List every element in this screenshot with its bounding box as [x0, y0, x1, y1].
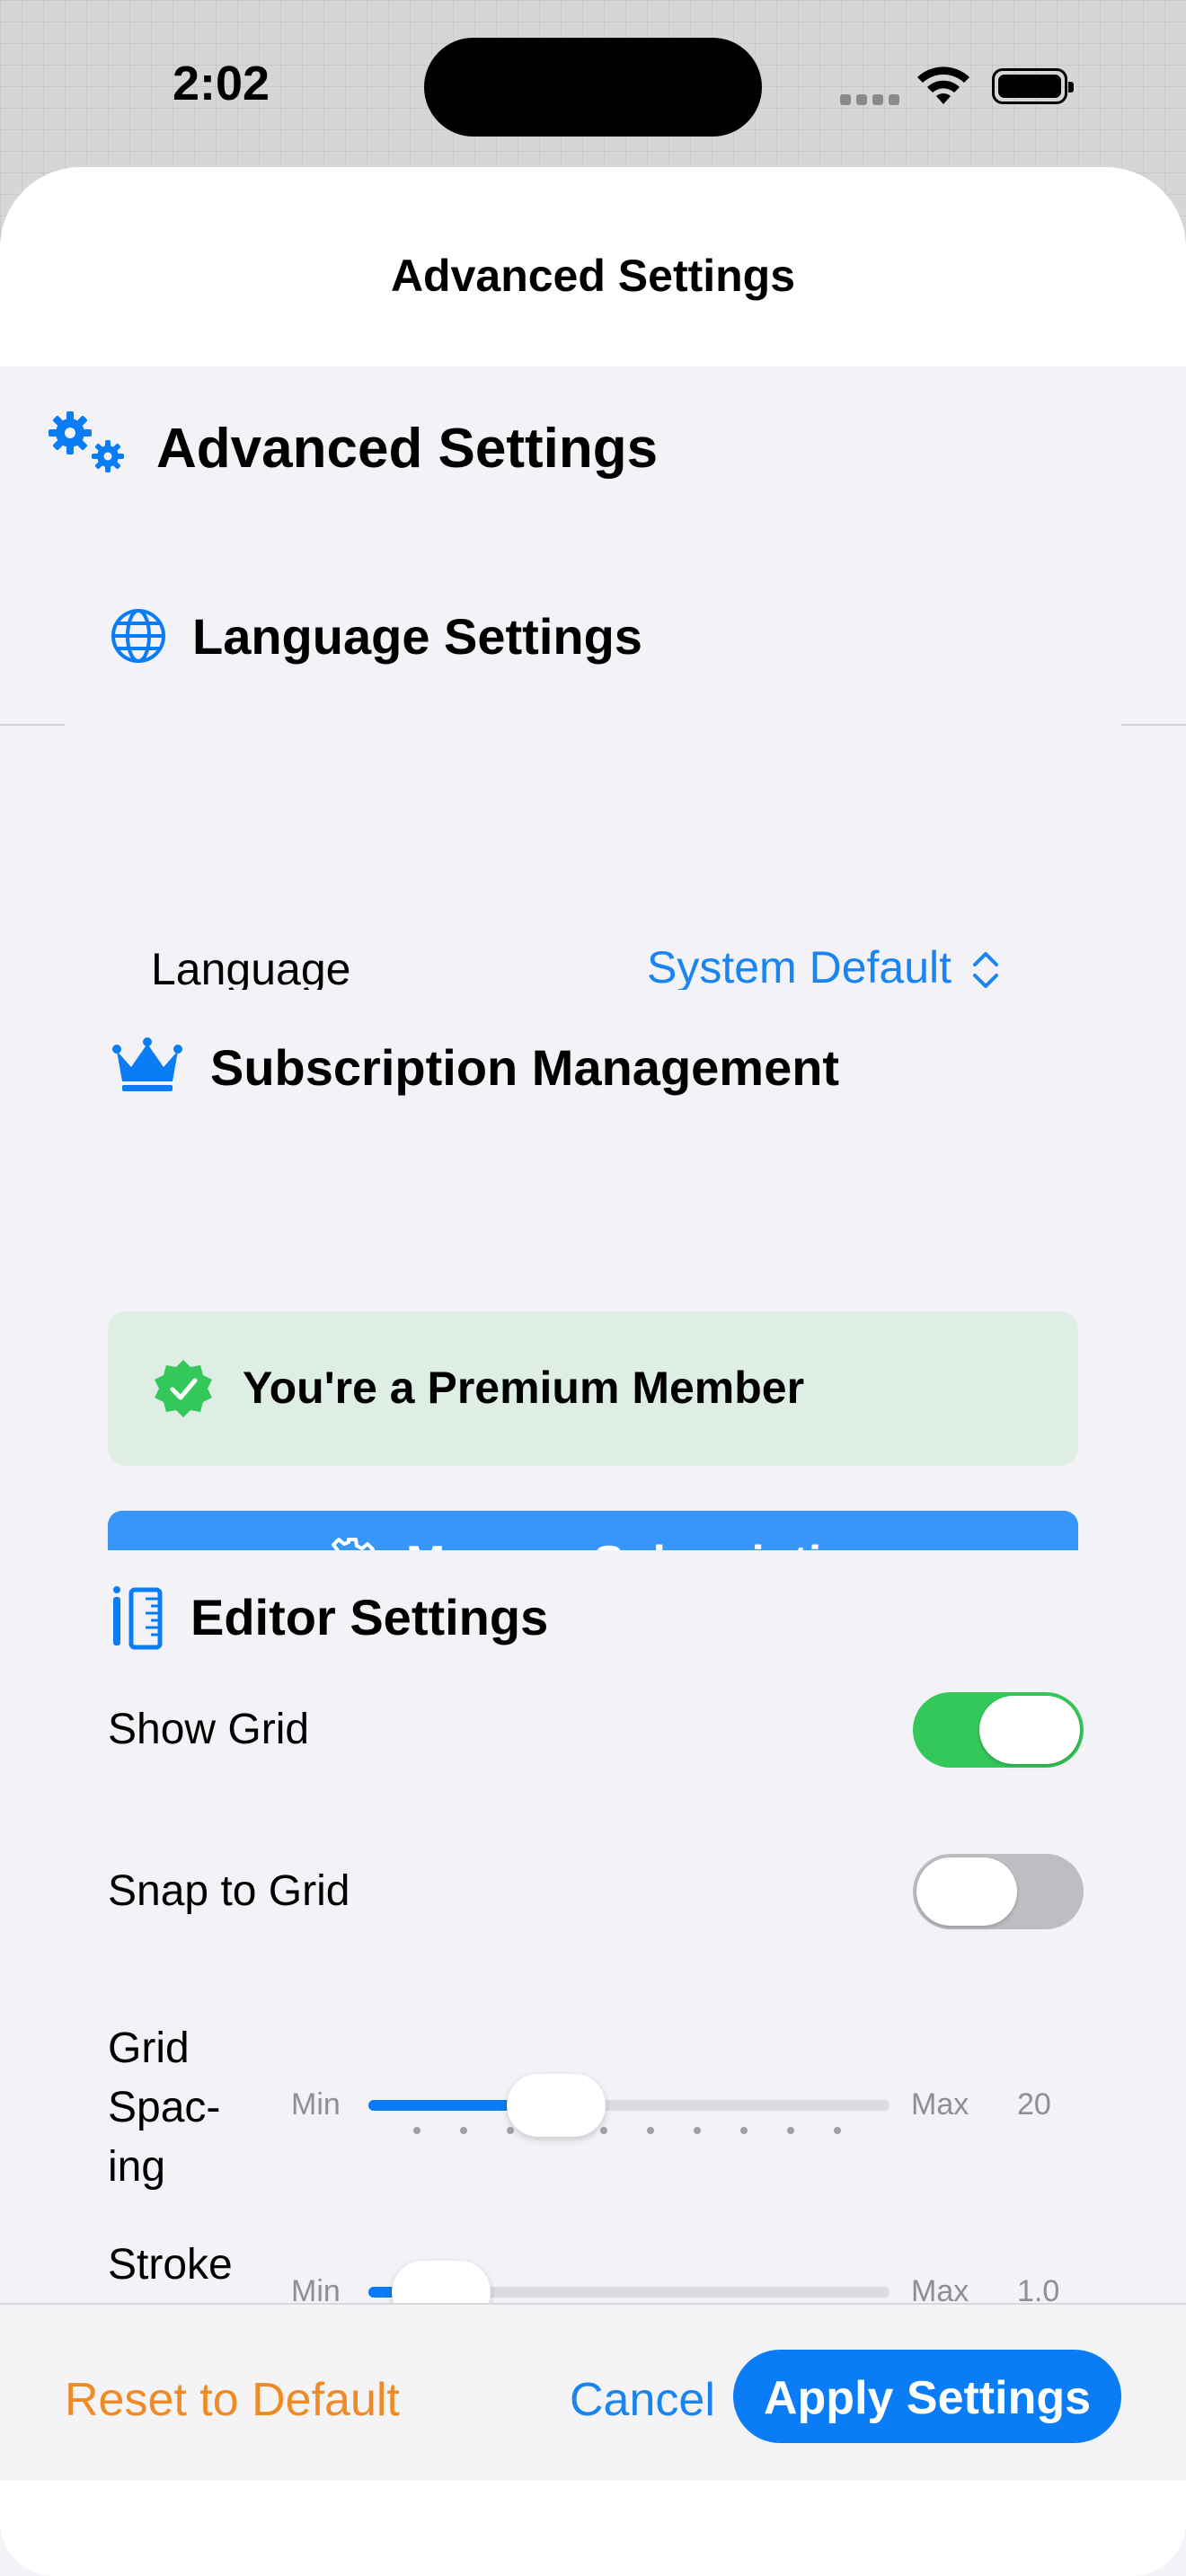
snap-to-grid-label: Snap to Grid — [108, 1867, 350, 1915]
grid-spacing-value: 20 — [1017, 2087, 1051, 2122]
apply-settings-button[interactable]: Apply Settings — [733, 2350, 1121, 2443]
editor-settings-title: Editor Settings — [190, 1589, 549, 1645]
home-indicator-area — [0, 2481, 1186, 2576]
grid-spacing-label: Grid Spac- ing — [108, 2025, 221, 2191]
grid-spacing-slider[interactable] — [368, 2100, 890, 2111]
globe-icon — [111, 609, 165, 663]
sheet-header: Advanced Settings — [0, 167, 1186, 366]
language-label: Language — [151, 944, 351, 994]
show-grid-toggle[interactable] — [913, 1692, 1084, 1768]
sheet-footer: Reset to Default Cancel Apply Settings — [0, 2303, 1186, 2483]
grid-spacing-min-label: Min — [291, 2087, 341, 2122]
stroke-label: Stroke — [108, 2241, 233, 2289]
cellular-signal-icon — [840, 93, 905, 110]
chevron-up-down-icon[interactable] — [970, 948, 1001, 992]
language-settings-title: Language Settings — [192, 608, 642, 665]
language-picker[interactable]: System Default — [647, 941, 951, 993]
status-time: 2:02 — [173, 57, 270, 110]
premium-status-box: You're a Premium Member — [108, 1311, 1078, 1466]
settings-sheet: Advanced Settings Advanced Settings Lang… — [0, 167, 1186, 2576]
wifi-icon — [917, 66, 969, 104]
apply-settings-label: Apply Settings — [763, 2372, 1092, 2424]
battery-icon — [992, 68, 1074, 104]
grid-spacing-thumb[interactable] — [506, 2074, 606, 2137]
status-bar: 2:02 — [0, 0, 1186, 171]
snap-to-grid-toggle[interactable] — [913, 1854, 1084, 1929]
cancel-button[interactable]: Cancel — [570, 2373, 715, 2427]
reset-to-default-button[interactable]: Reset to Default — [65, 2373, 400, 2427]
premium-status-text: You're a Premium Member — [243, 1363, 805, 1413]
sheet-title: Advanced Settings — [390, 251, 796, 301]
show-grid-label: Show Grid — [108, 1706, 310, 1753]
advanced-settings-title: Advanced Settings — [156, 418, 659, 480]
verified-badge-icon — [155, 1360, 212, 1417]
subscription-title: Subscription Management — [210, 1039, 840, 1096]
pencil-ruler-icon — [113, 1586, 163, 1650]
crown-icon — [112, 1037, 182, 1091]
grid-spacing-max-label: Max — [911, 2087, 969, 2122]
gears-icon — [49, 411, 124, 472]
dynamic-island — [424, 38, 762, 137]
